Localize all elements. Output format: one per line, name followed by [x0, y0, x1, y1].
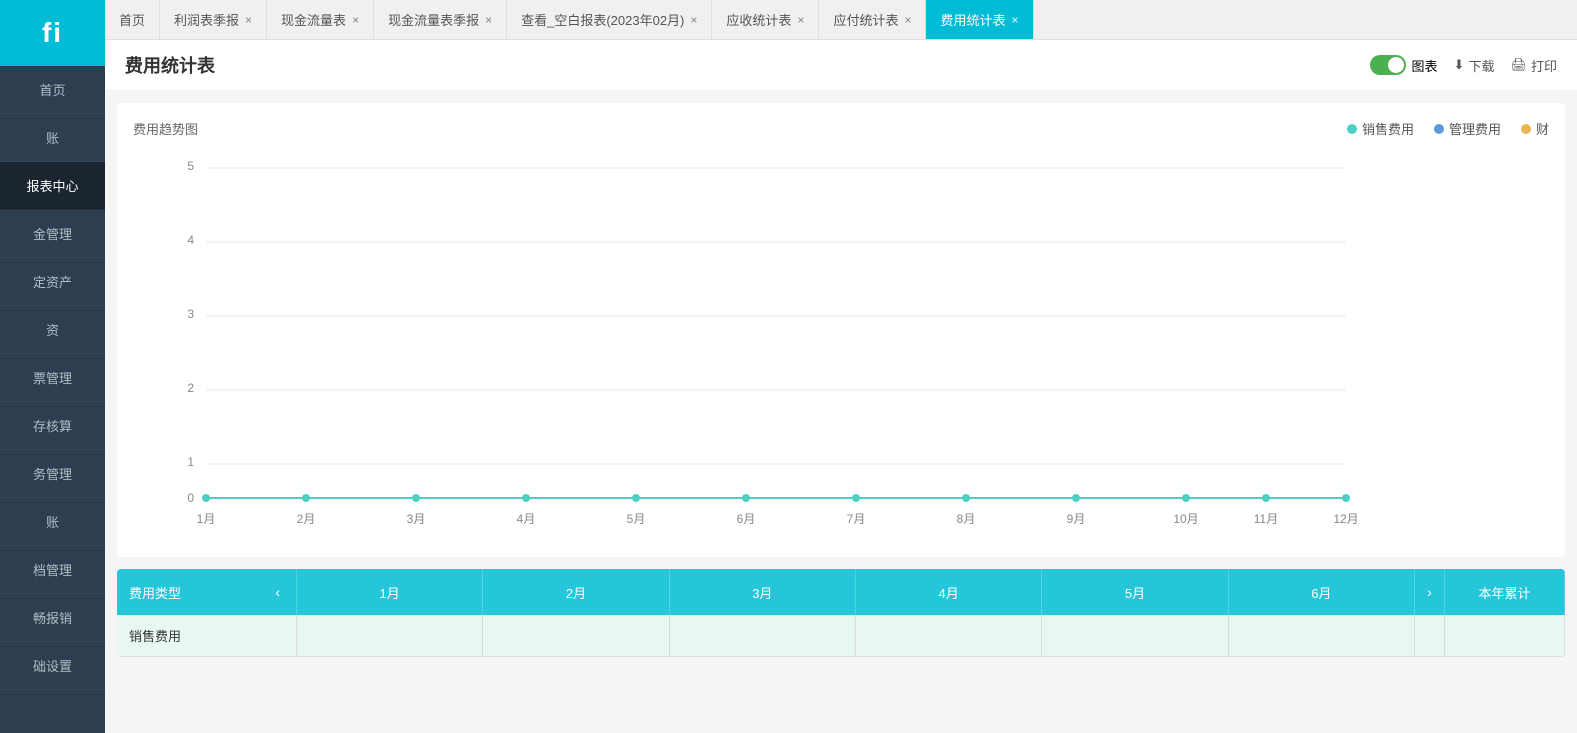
tab-expense-stats[interactable]: 费用统计表 ×: [926, 0, 1033, 39]
sidebar-item-service-management[interactable]: 务管理: [0, 450, 105, 498]
td-val-5: [1042, 615, 1228, 656]
legend-dot-sales: [1347, 124, 1357, 134]
sidebar-item-account[interactable]: 账: [0, 114, 105, 162]
sidebar-item-report-center[interactable]: 报表中心: [0, 162, 105, 210]
print-button[interactable]: 🖨 打印: [1510, 56, 1557, 75]
th-month-1: 1月: [297, 569, 483, 615]
chart-legend: 销售费用 管理费用 财: [1347, 119, 1549, 138]
chart-toggle-switch[interactable]: [1370, 55, 1406, 75]
svg-text:3: 3: [187, 307, 194, 321]
svg-text:5月: 5月: [627, 512, 646, 526]
th-total: 本年累计: [1445, 569, 1565, 615]
sidebar-item-investment[interactable]: 资: [0, 306, 105, 354]
td-type: 销售费用: [117, 615, 297, 656]
close-icon[interactable]: ×: [352, 13, 359, 27]
chart-header: 费用趋势图 销售费用 管理费用 财: [133, 119, 1549, 138]
svg-text:12月: 12月: [1333, 512, 1358, 526]
svg-text:0: 0: [187, 491, 194, 505]
print-icon: 🖨: [1510, 57, 1527, 73]
legend-sales: 销售费用: [1347, 119, 1414, 138]
svg-text:11月: 11月: [1254, 512, 1278, 526]
tab-cash-flow[interactable]: 现金流量表 ×: [267, 0, 374, 39]
close-icon[interactable]: ×: [485, 13, 492, 27]
td-val-3: [670, 615, 856, 656]
svg-text:3月: 3月: [407, 512, 426, 526]
tab-receivable[interactable]: 应收统计表 ×: [712, 0, 819, 39]
download-icon: ⬇: [1454, 57, 1465, 73]
th-month-4: 4月: [856, 569, 1042, 615]
svg-text:5: 5: [187, 159, 194, 173]
legend-dot-finance: [1521, 124, 1531, 134]
chart-area: 费用趋势图 销售费用 管理费用 财: [117, 103, 1565, 557]
td-spacer: [1415, 615, 1445, 656]
th-month-5: 5月: [1042, 569, 1228, 615]
tab-blank-report[interactable]: 查看_空白报表(2023年02月) ×: [507, 0, 712, 39]
td-total: [1445, 615, 1565, 656]
nav-prev-arrow[interactable]: ‹: [271, 584, 284, 600]
close-icon[interactable]: ×: [690, 13, 697, 27]
td-val-4: [856, 615, 1042, 656]
page-title: 费用统计表: [125, 52, 215, 78]
close-icon[interactable]: ×: [904, 13, 911, 27]
download-button[interactable]: ⬇ 下载: [1454, 56, 1495, 75]
svg-text:2: 2: [187, 381, 194, 395]
chart-svg-wrap: 5 4 3 2 1 0: [133, 148, 1549, 541]
svg-text:10月: 10月: [1173, 512, 1198, 526]
svg-text:9月: 9月: [1067, 512, 1086, 526]
sidebar-item-basic-settings[interactable]: 础设置: [0, 642, 105, 690]
th-month-6: 6月: [1229, 569, 1415, 615]
th-month-2: 2月: [483, 569, 669, 615]
close-icon[interactable]: ×: [797, 13, 804, 27]
chart-toggle-label: 图表: [1412, 56, 1438, 75]
nav-next-cell: ›: [1415, 569, 1445, 615]
close-icon[interactable]: ×: [1011, 13, 1018, 27]
legend-label-finance: 财: [1536, 119, 1549, 138]
nav-next-arrow[interactable]: ›: [1423, 584, 1436, 600]
trend-chart: 5 4 3 2 1 0: [133, 148, 1549, 538]
sidebar-item-ticket-management[interactable]: 票管理: [0, 354, 105, 402]
legend-label-sales: 销售费用: [1362, 119, 1414, 138]
sidebar-item-sub-account[interactable]: 账: [0, 498, 105, 546]
th-month-3: 3月: [670, 569, 856, 615]
table-header-row: 费用类型 ‹ 1月 2月 3月 4月 5月: [117, 569, 1565, 615]
sidebar: fi 首页 账 报表中心 金管理 定资产 资 票管理 存核算 务管理 账 档管理…: [0, 0, 105, 733]
sidebar-item-clearance[interactable]: 畅报销: [0, 594, 105, 642]
td-val-2: [483, 615, 669, 656]
legend-management: 管理费用: [1434, 119, 1501, 138]
tab-home[interactable]: 首页: [105, 0, 160, 39]
tab-payable[interactable]: 应付统计表 ×: [819, 0, 926, 39]
table-row: 销售费用: [117, 615, 1565, 657]
main-area: 首页 利润表季报 × 现金流量表 × 现金流量表季报 × 查看_空白报表(202…: [105, 0, 1577, 733]
th-type: 费用类型 ‹: [117, 569, 297, 615]
td-val-6: [1229, 615, 1415, 656]
svg-text:4月: 4月: [517, 512, 536, 526]
sidebar-item-fixed-assets[interactable]: 定资产: [0, 258, 105, 306]
sidebar-item-fund-management[interactable]: 金管理: [0, 210, 105, 258]
svg-text:8月: 8月: [957, 512, 976, 526]
header-actions: 图表 ⬇ 下载 🖨 打印: [1370, 55, 1557, 75]
svg-text:2月: 2月: [297, 512, 316, 526]
sidebar-item-archive-management[interactable]: 档管理: [0, 546, 105, 594]
sidebar-logo: fi: [0, 0, 105, 66]
sidebar-item-inventory[interactable]: 存核算: [0, 402, 105, 450]
svg-text:4: 4: [187, 233, 194, 247]
svg-text:6月: 6月: [737, 512, 756, 526]
content-area: 费用统计表 图表 ⬇ 下载 🖨 打印 费用趋势图: [105, 40, 1577, 733]
svg-text:7月: 7月: [847, 512, 866, 526]
sidebar-item-home[interactable]: 首页: [0, 66, 105, 114]
legend-label-management: 管理费用: [1449, 119, 1501, 138]
tab-cash-flow-quarterly[interactable]: 现金流量表季报 ×: [374, 0, 507, 39]
legend-finance: 财: [1521, 119, 1549, 138]
svg-text:1: 1: [187, 455, 194, 469]
page-header: 费用统计表 图表 ⬇ 下载 🖨 打印: [105, 40, 1577, 91]
tab-profit-quarterly[interactable]: 利润表季报 ×: [160, 0, 267, 39]
table-section: 费用类型 ‹ 1月 2月 3月 4月 5月: [117, 569, 1565, 657]
chart-title: 费用趋势图: [133, 119, 198, 138]
close-icon[interactable]: ×: [245, 13, 252, 27]
chart-toggle-wrap[interactable]: 图表: [1370, 55, 1438, 75]
td-val-1: [297, 615, 483, 656]
svg-text:1月: 1月: [197, 512, 216, 526]
legend-dot-management: [1434, 124, 1444, 134]
tabs-bar: 首页 利润表季报 × 现金流量表 × 现金流量表季报 × 查看_空白报表(202…: [105, 0, 1577, 40]
